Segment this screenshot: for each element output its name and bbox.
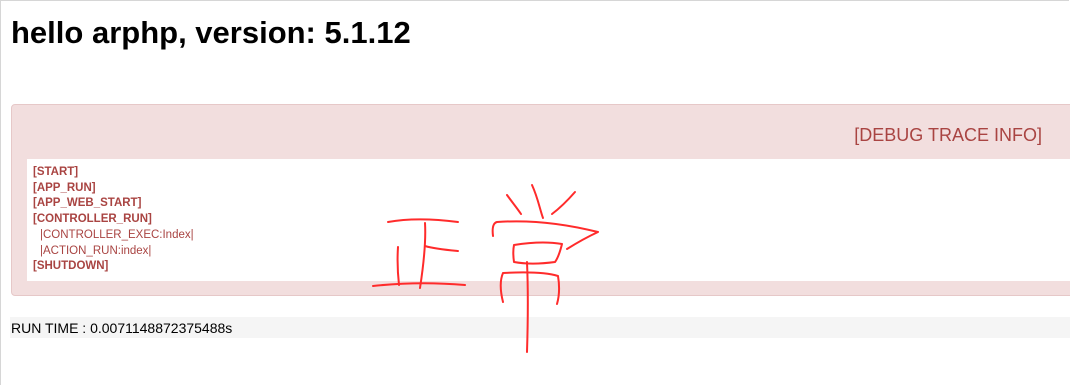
run-time-bar: RUN TIME : 0.0071148872375488s [10, 317, 1070, 338]
trace-controller-exec: |CONTROLLER_EXEC:Index| [40, 228, 194, 241]
trace-list: [START] [APP_RUN] [APP_WEB_START] [CONTR… [33, 165, 194, 275]
trace-action-run: |ACTION_RUN:index| [40, 244, 152, 257]
trace-app-run: [APP_RUN] [33, 181, 96, 194]
debug-trace-header: [DEBUG TRACE INFO] [854, 125, 1042, 145]
trace-controller-run: [CONTROLLER_RUN] [33, 213, 152, 226]
trace-start: [START] [33, 166, 79, 178]
trace-shutdown: [SHUTDOWN] [33, 260, 109, 273]
run-time-text: RUN TIME : 0.0071148872375488s [11, 320, 233, 336]
debug-trace-panel: [DEBUG TRACE INFO] [START] [APP_RUN] [AP… [11, 104, 1070, 296]
page-title: hello arphp, version: 5.1.12 [11, 15, 411, 50]
trace-app-web-start: [APP_WEB_START] [33, 197, 142, 210]
trace-box: [START] [APP_RUN] [APP_WEB_START] [CONTR… [27, 159, 1070, 281]
